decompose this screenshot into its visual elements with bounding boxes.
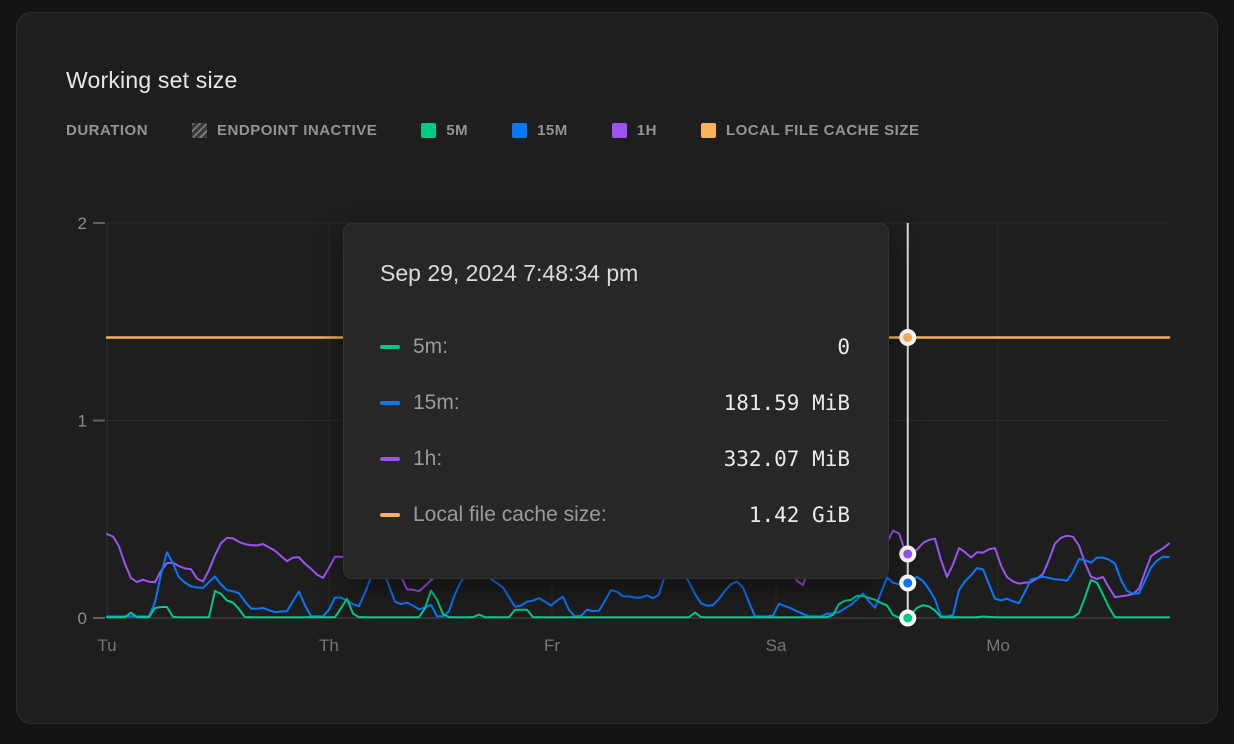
tooltip-row-1h: 1h: 332.07 MiB: [344, 431, 888, 487]
series-dash-1h-icon: [380, 457, 400, 461]
y-tick-label: 0: [78, 609, 87, 628]
tooltip-row-value: 0: [837, 335, 850, 359]
tooltip-row-local-file-cache-size: Local file cache size: 1.42 GiB: [344, 487, 888, 543]
series-dash-5m-icon: [380, 345, 400, 349]
tooltip-row-value: 1.42 GiB: [749, 503, 850, 527]
x-tick-label: Mo: [986, 636, 1010, 655]
x-tick-label: Fr: [544, 636, 560, 655]
tooltip-row-label: Local file cache size:: [413, 503, 607, 527]
cursor-dot-5m: [901, 612, 914, 625]
tooltip-row-label: 5m:: [413, 335, 448, 359]
cursor-dot-1h: [901, 548, 914, 561]
tooltip-row-5m: 5m: 0: [344, 319, 888, 375]
tooltip-row-value: 181.59 MiB: [724, 391, 850, 415]
chart-hover-tooltip: Sep 29, 2024 7:48:34 pm 5m: 0 15m: 181.5…: [343, 223, 889, 579]
x-tick-label: Sa: [766, 636, 787, 655]
series-dash-local-file-cache-size-icon: [380, 513, 400, 517]
tooltip-timestamp: Sep 29, 2024 7:48:34 pm: [380, 260, 638, 287]
x-tick-label: Tu: [97, 636, 116, 655]
cursor-dot-15m: [901, 577, 914, 590]
working-set-size-card: Working set size DURATION ENDPOINT INACT…: [16, 12, 1218, 724]
tooltip-rows: 5m: 0 15m: 181.59 MiB 1h: 332.07 MiB Loc…: [344, 319, 888, 543]
tooltip-row-label: 15m:: [413, 391, 460, 415]
tooltip-row-15m: 15m: 181.59 MiB: [344, 375, 888, 431]
x-tick-label: Th: [319, 636, 339, 655]
cursor-dot-local_file_cache_size: [901, 331, 914, 344]
y-tick-label: 1: [78, 412, 87, 431]
tooltip-row-label: 1h:: [413, 447, 442, 471]
tooltip-row-value: 332.07 MiB: [724, 447, 850, 471]
y-tick-label: 2: [78, 214, 87, 233]
series-dash-15m-icon: [380, 401, 400, 405]
